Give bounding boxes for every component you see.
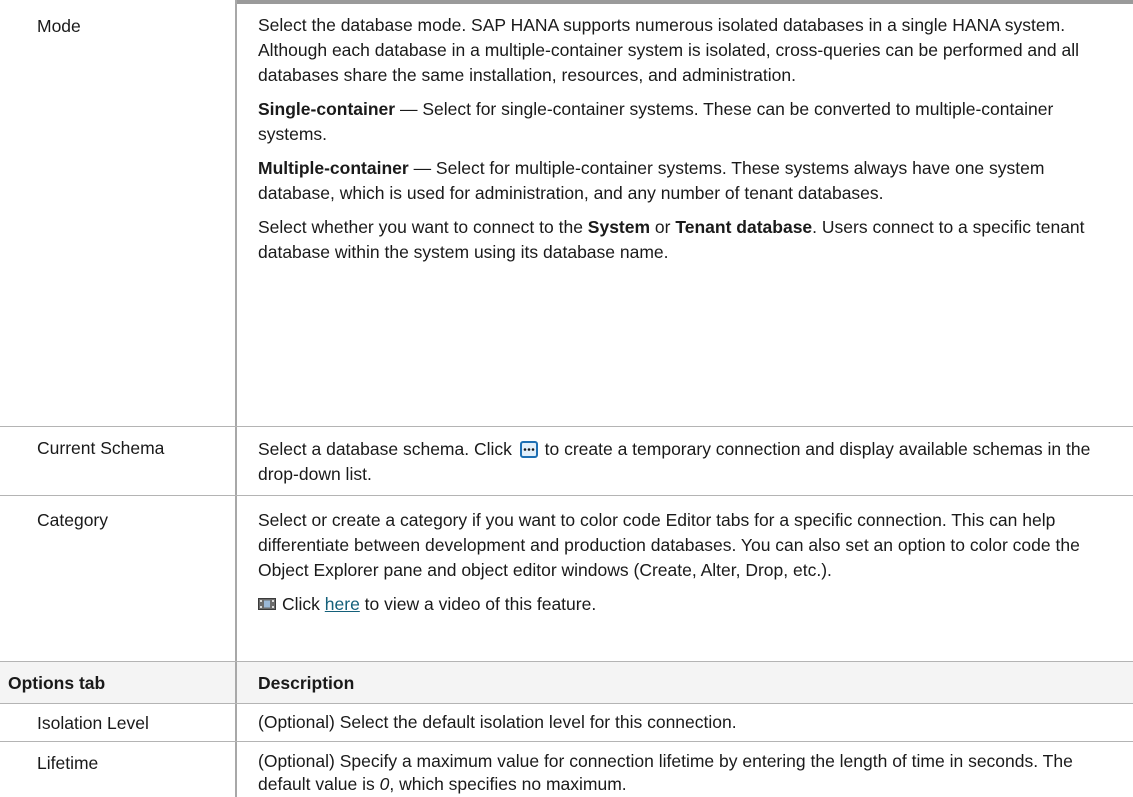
- documentation-table: Mode Select the database mode. SAP HANA …: [0, 0, 1133, 797]
- category-video-line: Click here to view a video of this featu…: [258, 592, 1114, 617]
- video-link[interactable]: here: [325, 594, 360, 614]
- row-description-category: Select or create a category if you want …: [258, 508, 1114, 617]
- ellipsis-button-icon[interactable]: [519, 441, 538, 458]
- row-description-current-schema: Select a database schema. Click to creat…: [258, 437, 1114, 487]
- mode-paragraph-connect: Select whether you want to connect to th…: [258, 215, 1114, 265]
- table-row-category: Category Select or create a category if …: [0, 495, 1133, 662]
- connect-text-a: Select whether you want to connect to th…: [258, 217, 588, 237]
- lifetime-default-value: 0: [379, 774, 390, 794]
- video-text-b: to view a video of this feature.: [359, 594, 597, 614]
- film-icon: [258, 592, 276, 610]
- tenant-database-term: Tenant database: [675, 217, 813, 237]
- header-description: Description: [258, 673, 355, 693]
- header-options-tab: Options tab: [8, 673, 106, 693]
- column-divider: [235, 496, 237, 662]
- table-row-current-schema: Current Schema Select a database schema.…: [0, 426, 1133, 496]
- system-term: System: [587, 217, 651, 237]
- row-label-current-schema: Current Schema: [37, 438, 165, 458]
- schema-text-a: Select a database schema. Click: [258, 439, 517, 459]
- category-paragraph: Select or create a category if you want …: [258, 510, 1080, 580]
- row-description-isolation-level: (Optional) Select the default isolation …: [258, 710, 1114, 735]
- multiple-container-term: Multiple-container: [258, 158, 409, 178]
- column-divider: [235, 427, 237, 496]
- single-container-term: Single-container: [258, 99, 396, 119]
- mode-paragraph-intro: Select the database mode. SAP HANA suppo…: [258, 15, 1080, 85]
- mode-paragraph-multiple: Multiple-container — Select for multiple…: [258, 156, 1114, 206]
- column-divider: [235, 0, 237, 426]
- row-description-lifetime: (Optional) Specify a maximum value for c…: [258, 750, 1114, 796]
- mode-paragraph-single: Single-container — Select for single-con…: [258, 97, 1114, 147]
- lifetime-text-b: , which specifies no maximum.: [389, 774, 627, 794]
- table-row-lifetime: Lifetime (Optional) Specify a maximum va…: [0, 741, 1133, 797]
- row-label-mode: Mode: [37, 16, 81, 36]
- table-row-mode: Mode Select the database mode. SAP HANA …: [0, 0, 1133, 426]
- video-text-a: Click: [282, 594, 325, 614]
- options-table-header: Options tab Description: [0, 661, 1133, 704]
- table-row-isolation-level: Isolation Level (Optional) Select the de…: [0, 703, 1133, 742]
- current-schema-paragraph: Select a database schema. Click to creat…: [258, 437, 1114, 487]
- row-description-mode: Select the database mode. SAP HANA suppo…: [258, 13, 1114, 265]
- isolation-level-text: (Optional) Select the default isolation …: [258, 712, 737, 732]
- column-divider: [235, 704, 237, 742]
- column-divider: [235, 742, 237, 797]
- column-divider: [235, 662, 237, 704]
- row-label-category: Category: [37, 510, 109, 530]
- row-label-lifetime: Lifetime: [37, 753, 99, 773]
- connect-text-or: or: [650, 217, 676, 237]
- row-label-isolation-level: Isolation Level: [37, 713, 149, 733]
- lifetime-paragraph: (Optional) Specify a maximum value for c…: [258, 750, 1114, 796]
